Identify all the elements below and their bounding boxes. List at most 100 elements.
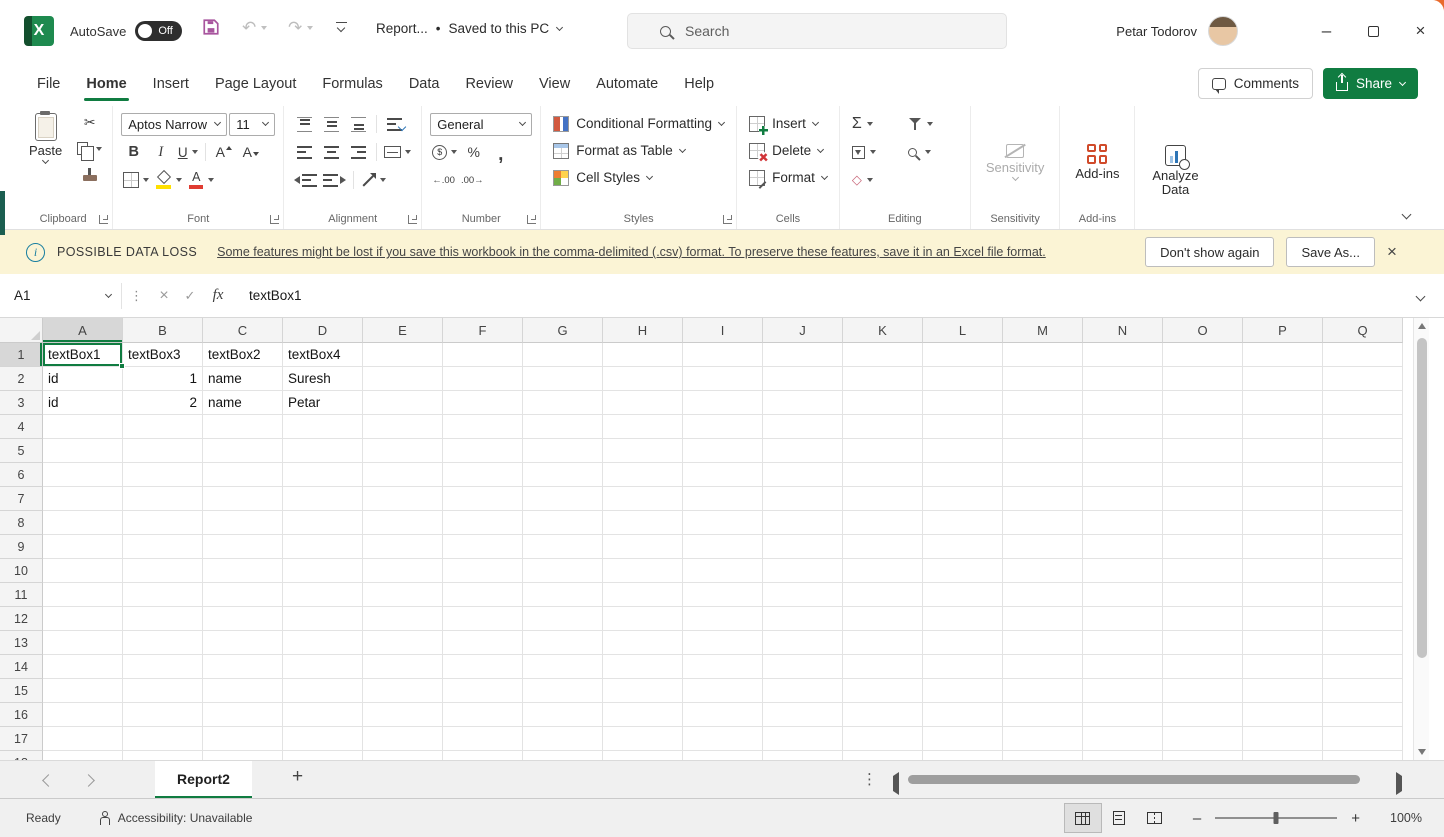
cell-C7[interactable] [203,487,283,511]
zoom-slider-thumb[interactable] [1273,812,1279,824]
select-all-button[interactable] [0,318,43,343]
cell-L7[interactable] [923,487,1003,511]
cell-H17[interactable] [603,727,683,751]
cell-M11[interactable] [1003,583,1083,607]
cell-G10[interactable] [523,559,603,583]
cell-I9[interactable] [683,535,763,559]
cell-G7[interactable] [523,487,603,511]
cell-G12[interactable] [523,607,603,631]
dont-show-again-button[interactable]: Don't show again [1145,237,1275,267]
cell-K12[interactable] [843,607,923,631]
enter-entry-button[interactable]: ✓ [177,288,203,304]
expand-formula-bar-button[interactable] [1415,288,1426,303]
document-title-area[interactable]: Report... • Saved to this PC [376,21,564,36]
cell-J11[interactable] [763,583,843,607]
cell-B12[interactable] [123,607,203,631]
cell-F2[interactable] [443,367,523,391]
cell-B13[interactable] [123,631,203,655]
cell-N1[interactable] [1083,343,1163,367]
row-header-9[interactable]: 9 [0,535,43,559]
cell-F16[interactable] [443,703,523,727]
cell-C4[interactable] [203,415,283,439]
cell-N11[interactable] [1083,583,1163,607]
fill-handle[interactable] [119,363,125,369]
cell-L5[interactable] [923,439,1003,463]
find-select-button[interactable] [904,147,962,157]
minimize-button[interactable]: – [1303,0,1350,62]
cell-M8[interactable] [1003,511,1083,535]
new-sheet-button[interactable]: + [292,766,303,788]
tab-data[interactable]: Data [396,62,453,106]
cell-L10[interactable] [923,559,1003,583]
cell-Q6[interactable] [1323,463,1403,487]
comments-button[interactable]: Comments [1197,68,1313,99]
vertical-scrollbar-thumb[interactable] [1416,338,1427,658]
cell-Q11[interactable] [1323,583,1403,607]
cell-I10[interactable] [683,559,763,583]
cell-E6[interactable] [363,463,443,487]
insert-cells-button[interactable]: Insert [745,110,831,137]
scroll-left-button[interactable] [893,772,899,795]
cell-Q14[interactable] [1323,655,1403,679]
top-align-button[interactable] [292,112,317,137]
font-family-select[interactable]: Aptos Narrow [121,112,228,136]
scroll-right-button[interactable] [1396,772,1402,795]
scroll-down-button[interactable] [1418,749,1426,755]
cell-D7[interactable] [283,487,363,511]
cell-H11[interactable] [603,583,683,607]
previous-sheet-button[interactable] [42,774,55,787]
cell-E9[interactable] [363,535,443,559]
cell-Q9[interactable] [1323,535,1403,559]
format-painter-button[interactable] [75,162,104,187]
column-header-I[interactable]: I [683,318,763,343]
align-left-button[interactable] [292,140,317,165]
row-header-14[interactable]: 14 [0,655,43,679]
save-as-button[interactable]: Save As... [1286,237,1375,267]
row-header-2[interactable]: 2 [0,367,43,391]
cell-A15[interactable] [43,679,123,703]
cell-O10[interactable] [1163,559,1243,583]
cell-D11[interactable] [283,583,363,607]
cell-O9[interactable] [1163,535,1243,559]
cell-K6[interactable] [843,463,923,487]
cell-Q15[interactable] [1323,679,1403,703]
cell-M9[interactable] [1003,535,1083,559]
column-header-B[interactable]: B [123,318,203,343]
cell-H3[interactable] [603,391,683,415]
column-header-M[interactable]: M [1003,318,1083,343]
format-as-table-button[interactable]: Format as Table [549,137,728,164]
scroll-up-button[interactable] [1418,323,1426,329]
save-button[interactable] [202,18,220,36]
font-dialog-launcher[interactable] [270,215,280,224]
cell-I11[interactable] [683,583,763,607]
cell-I1[interactable] [683,343,763,367]
search-box[interactable]: Search [627,13,1007,49]
cell-H4[interactable] [603,415,683,439]
cell-E3[interactable] [363,391,443,415]
customize-quick-access-button[interactable] [336,22,347,33]
tab-help[interactable]: Help [671,62,727,106]
fill-button[interactable] [848,145,904,159]
cell-J6[interactable] [763,463,843,487]
cell-G9[interactable] [523,535,603,559]
column-header-L[interactable]: L [923,318,1003,343]
cell-F12[interactable] [443,607,523,631]
conditional-formatting-button[interactable]: Conditional Formatting [549,110,728,137]
cell-I5[interactable] [683,439,763,463]
cell-B15[interactable] [123,679,203,703]
normal-view-button[interactable] [1063,803,1102,833]
row-header-5[interactable]: 5 [0,439,43,463]
cell-K15[interactable] [843,679,923,703]
cell-N15[interactable] [1083,679,1163,703]
cell-E7[interactable] [363,487,443,511]
cell-E13[interactable] [363,631,443,655]
cell-C18[interactable] [203,751,283,760]
cell-I17[interactable] [683,727,763,751]
cell-N7[interactable] [1083,487,1163,511]
cell-C9[interactable] [203,535,283,559]
cell-P4[interactable] [1243,415,1323,439]
cancel-entry-button[interactable]: × [151,287,177,305]
cell-E2[interactable] [363,367,443,391]
zoom-in-button[interactable]: + [1345,810,1366,827]
cell-K18[interactable] [843,751,923,760]
